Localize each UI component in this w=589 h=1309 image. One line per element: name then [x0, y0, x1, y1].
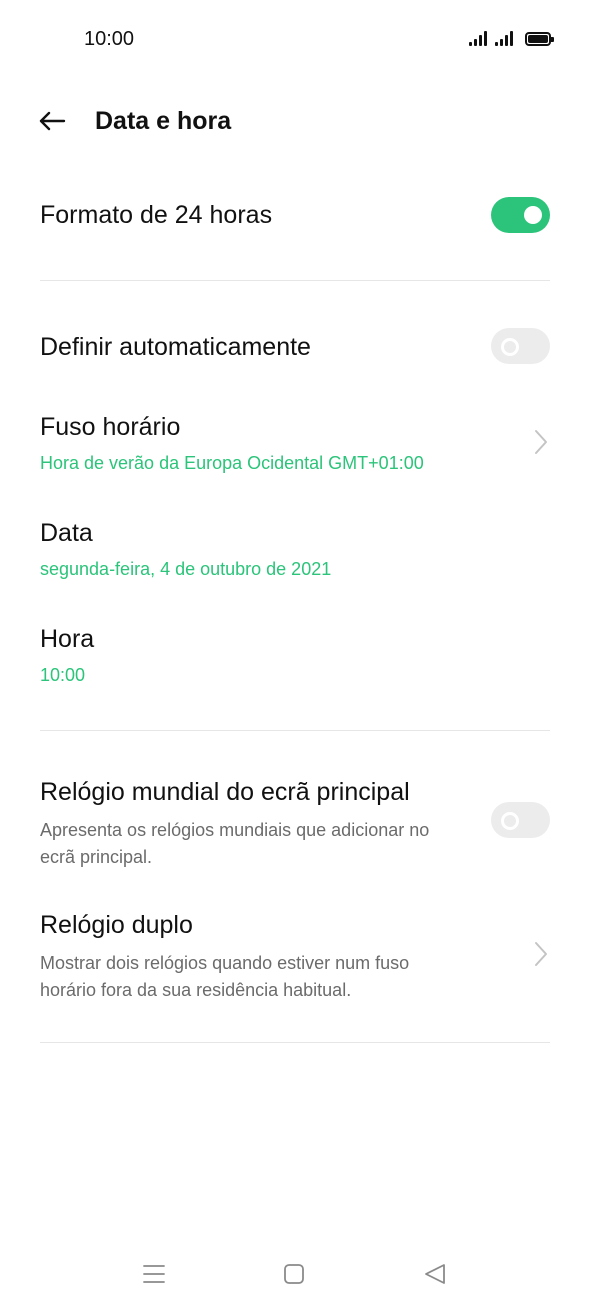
toggle-24h-format[interactable]: [491, 197, 550, 233]
setting-timezone-value: Hora de verão da Europa Ocidental GMT+01…: [40, 453, 424, 473]
setting-dual-clock[interactable]: Relógio duplo Mostrar dois relógios quan…: [40, 910, 550, 1004]
setting-date-label: Data: [40, 519, 93, 547]
back-button[interactable]: [36, 105, 68, 137]
toggle-auto-set[interactable]: [491, 328, 550, 364]
setting-world-clock-label: Relógio mundial do ecrã principal: [40, 778, 410, 806]
home-button[interactable]: [277, 1257, 311, 1291]
setting-time[interactable]: Hora 10:00: [40, 624, 550, 686]
setting-time-value: 10:00: [40, 665, 86, 685]
status-icons: [469, 30, 554, 46]
chevron-right-icon[interactable]: [533, 428, 549, 456]
setting-world-clock[interactable]: Relógio mundial do ecrã principal Aprese…: [40, 777, 550, 871]
setting-date[interactable]: Data segunda-feira, 4 de outubro de 2021: [40, 518, 550, 580]
signal-icon: [495, 30, 513, 46]
app-bar: Data e hora: [0, 95, 589, 151]
setting-dual-clock-label: Relógio duplo: [40, 911, 193, 939]
triangle-back-icon: [425, 1264, 445, 1284]
setting-timezone[interactable]: Fuso horário Hora de verão da Europa Oci…: [40, 412, 550, 474]
arrow-left-icon: [39, 111, 66, 131]
setting-world-clock-description: Apresenta os relógios mundiais que adici…: [40, 820, 430, 867]
page-title: Data e hora: [95, 107, 232, 135]
home-icon: [284, 1264, 304, 1284]
status-bar: 10:00: [0, 0, 589, 80]
navigation-bar: [0, 1239, 589, 1309]
status-time: 10:00: [84, 28, 135, 50]
toggle-world-clock[interactable]: [491, 802, 550, 838]
setting-time-label: Hora: [40, 625, 95, 653]
nav-back-button[interactable]: [418, 1257, 452, 1291]
menu-icon: [143, 1265, 165, 1283]
divider: [40, 280, 550, 281]
setting-auto-set-label: Definir automaticamente: [40, 333, 311, 361]
setting-auto-set[interactable]: Definir automaticamente: [40, 332, 550, 362]
setting-24h-format-label: Formato de 24 horas: [40, 201, 273, 229]
setting-timezone-label: Fuso horário: [40, 413, 181, 441]
battery-icon: [525, 32, 554, 46]
setting-24h-format[interactable]: Formato de 24 horas: [40, 200, 550, 230]
signal-icon: [469, 30, 487, 46]
setting-date-value: segunda-feira, 4 de outubro de 2021: [40, 559, 332, 579]
setting-dual-clock-description: Mostrar dois relógios quando estiver num…: [40, 953, 410, 1000]
divider: [40, 1042, 550, 1043]
divider: [40, 730, 550, 731]
chevron-right-icon[interactable]: [533, 940, 549, 968]
menu-button[interactable]: [137, 1257, 171, 1291]
